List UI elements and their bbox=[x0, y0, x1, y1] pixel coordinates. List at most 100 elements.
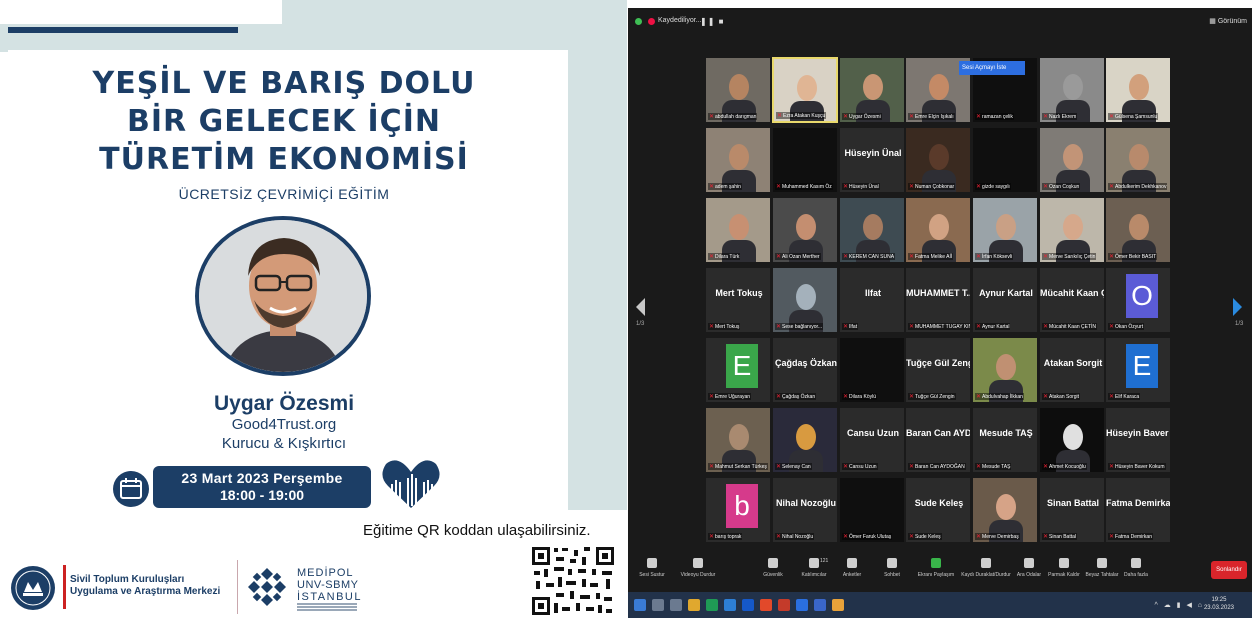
chrome-icon[interactable] bbox=[760, 599, 772, 611]
participant-tile[interactable]: ✕Ömer Bekir BASIT bbox=[1105, 197, 1171, 263]
participant-tile[interactable]: ✕gizde saygılı bbox=[972, 127, 1038, 193]
participant-tile[interactable]: Çağdaş Özkan ✕Çağdaş Özkan bbox=[772, 337, 838, 403]
participant-tile[interactable]: ✕Fatma Melike Aİİ bbox=[905, 197, 971, 263]
participant-tile[interactable]: O ✕Okan Özyurt bbox=[1105, 267, 1171, 333]
event-date-box: 23 Mart 2023 Perşembe 18:00 - 19:00 bbox=[153, 466, 371, 508]
participant-tile[interactable]: Fatma Demirkan ✕Fatma Demirkan bbox=[1105, 477, 1171, 543]
participant-tile[interactable]: Sinan Battal ✕Sinan Battal bbox=[1039, 477, 1105, 543]
next-page-arrow-icon[interactable] bbox=[1233, 298, 1242, 316]
participant-name-label: ✕Abdulvahap İlkkan bbox=[975, 393, 1024, 400]
toolbar-button-more[interactable]: Daha fazla bbox=[1120, 550, 1152, 578]
participant-tile[interactable]: ✕Ozan Coşkun bbox=[1039, 127, 1105, 193]
participant-tile[interactable]: Hüseyin Baver K... ✕Hüseyin Baver Kokum bbox=[1105, 407, 1171, 473]
word-icon[interactable] bbox=[742, 599, 754, 611]
toolbar-button-whiteboard[interactable]: Beyaz Tahtalar bbox=[1084, 550, 1120, 578]
participant-tile[interactable]: ✕Gülsena Şamsunlu bbox=[1105, 57, 1171, 123]
participant-tile[interactable]: Nihal Nozoğlu ✕Nihal Nozoğlu bbox=[772, 477, 838, 543]
participant-tile[interactable]: E ✕Emre Uğurayan bbox=[705, 337, 771, 403]
participant-name-label: ✕Mücahit Kaan ÇETİN bbox=[1042, 323, 1097, 330]
muted-mic-icon: ✕ bbox=[777, 113, 783, 119]
ask-to-unmute-popup[interactable]: Sesi Açmayı İste bbox=[959, 61, 1025, 75]
participant-name-label: ✕Emre Elçin Işıkalı bbox=[908, 113, 955, 120]
medipol-fine-print bbox=[297, 603, 357, 615]
qr-code[interactable] bbox=[530, 545, 616, 617]
participant-tile[interactable]: ✕Ezra Atakan Kuşçu bbox=[772, 57, 838, 123]
file-explorer-icon[interactable] bbox=[688, 599, 700, 611]
participant-tile[interactable]: ✕Ömer Faruk Ulutaş bbox=[839, 477, 905, 543]
teams-icon[interactable] bbox=[814, 599, 826, 611]
participant-name-label: ✕Ilfat bbox=[842, 323, 859, 330]
participant-name-text: Abdulkerim Dekhkanov bbox=[1115, 184, 1167, 190]
participant-display-name: Aynur Kartal bbox=[979, 288, 1033, 298]
shield-icon bbox=[768, 558, 778, 568]
participant-name-label: ✕Ömer Bekir BASIT bbox=[1108, 253, 1158, 260]
participant-tile[interactable]: ✕Abdulkerim Dekhkanov bbox=[1105, 127, 1171, 193]
toolbar-button-video-camera[interactable]: Videoyu Durdur bbox=[676, 550, 720, 578]
participant-tile[interactable]: Baran Can AYD... ✕Baran Can AYDOĞAN bbox=[905, 407, 971, 473]
participant-tile[interactable]: ✕Sese bağlanıyor... bbox=[772, 267, 838, 333]
participant-tile[interactable]: Atakan Sorgit ✕Atakan Sorgit bbox=[1039, 337, 1105, 403]
recording-pause-stop-icons[interactable]: ❚❚ ■ bbox=[700, 17, 724, 26]
participant-tile[interactable]: Sude Keleş ✕Sude Keleş bbox=[905, 477, 971, 543]
speaker-role: Kurucu & Kışkırtıcı bbox=[221, 435, 347, 452]
participant-tile[interactable]: ✕Muhammed Kasım Öz bbox=[772, 127, 838, 193]
participant-name-text: Mert Tokuş bbox=[715, 324, 740, 330]
toolbar-button-raise-hand[interactable]: Parmak Kaldır bbox=[1044, 550, 1084, 578]
participant-tile[interactable]: Ilfat ✕Ilfat bbox=[839, 267, 905, 333]
participant-tile[interactable]: Cansu Uzun ✕Cansu Uzun bbox=[839, 407, 905, 473]
participant-tile[interactable]: E ✕Elif Karaca bbox=[1105, 337, 1171, 403]
participant-tile[interactable]: ✕Nazlı Ekrem bbox=[1039, 57, 1105, 123]
toolbar-button-microphone[interactable]: Sesi Sustur bbox=[634, 550, 670, 578]
participant-tile[interactable]: ✕Numan Çobkonar bbox=[905, 127, 971, 193]
participant-tile[interactable]: Mesude TAŞ ✕Mesude TAŞ bbox=[972, 407, 1038, 473]
medipol-name-line-3: İSTANBUL bbox=[297, 591, 362, 603]
muted-mic-icon: ✕ bbox=[976, 324, 982, 330]
participant-tile[interactable]: ✕Ahmet Kocuoğlu bbox=[1039, 407, 1105, 473]
app-icon[interactable] bbox=[832, 599, 844, 611]
toolbar-button-share-screen[interactable]: Ekranı Paylaşım bbox=[914, 550, 958, 578]
participant-tile[interactable]: ✕Ali Ozan Merther bbox=[772, 197, 838, 263]
taskbar-clock[interactable]: 19:25 23.03.2023 bbox=[1204, 596, 1234, 612]
participant-tile[interactable]: ✕Uygar Özesmi bbox=[839, 57, 905, 123]
participant-tile[interactable]: Aynur Kartal ✕Aynur Kartal bbox=[972, 267, 1038, 333]
toolbar-button-shield[interactable]: Güvenlik bbox=[756, 550, 790, 578]
participant-tile[interactable]: ✕Abdulvahap İlkkan bbox=[972, 337, 1038, 403]
system-tray-icons[interactable]: ^ ☁ ▮ ◀ ⌂ bbox=[1154, 601, 1204, 609]
search-icon[interactable] bbox=[652, 599, 664, 611]
participant-name-label: ✕İrfan Köksevli bbox=[975, 253, 1014, 260]
toolbar-button-poll[interactable]: Anketler bbox=[834, 550, 870, 578]
participant-name-label: ✕Ozan Coşkun bbox=[1042, 183, 1081, 190]
participant-tile[interactable]: ✕Dilara Köylü bbox=[839, 337, 905, 403]
toolbar-button-record[interactable]: Kaydı Duraklat/Durdur bbox=[958, 550, 1014, 578]
participant-tile[interactable]: MUHAMMET T... ✕MUHAMMET TUGAY KINAŞ bbox=[905, 267, 971, 333]
participant-tile[interactable]: Hüseyin Ünal ✕Hüseyin Ünal bbox=[839, 127, 905, 193]
excel-icon[interactable] bbox=[706, 599, 718, 611]
view-button[interactable]: ▦ Görünüm bbox=[1209, 17, 1247, 25]
toolbar-button-participants[interactable]: Katılımcılar 121 bbox=[794, 550, 834, 578]
participant-tile[interactable]: Mücahit Kaan Ç... ✕Mücahit Kaan ÇETİN bbox=[1039, 267, 1105, 333]
task-view-icon[interactable] bbox=[670, 599, 682, 611]
participant-tile[interactable]: ✕İrfan Köksevli bbox=[972, 197, 1038, 263]
participant-tile[interactable]: b ✕barış toprak bbox=[705, 477, 771, 543]
end-meeting-button[interactable]: Sonlandır bbox=[1211, 561, 1247, 579]
participant-tile[interactable]: ✕abdullah darıgman bbox=[705, 57, 771, 123]
security-status-icon[interactable] bbox=[635, 18, 642, 25]
participant-tile[interactable]: ✕Dilara Türk bbox=[705, 197, 771, 263]
poster-top-stripe bbox=[8, 27, 238, 33]
toolbar-button-chat[interactable]: Sohbet bbox=[874, 550, 910, 578]
browser-icon[interactable] bbox=[724, 599, 736, 611]
participant-tile[interactable]: Mert Tokuş ✕Mert Tokuş bbox=[705, 267, 771, 333]
participant-tile[interactable]: ✕Merve Demirbaş bbox=[972, 477, 1038, 543]
participant-tile[interactable]: ✕Selenay Can bbox=[772, 407, 838, 473]
previous-page-arrow-icon[interactable] bbox=[636, 298, 645, 316]
participant-tile[interactable]: ✕KEREM CAN SUNA bbox=[839, 197, 905, 263]
muted-mic-icon: ✕ bbox=[709, 464, 715, 470]
participant-tile[interactable]: ✕Merve Sarıkılıç Çetin bbox=[1039, 197, 1105, 263]
zoom-app-icon[interactable] bbox=[796, 599, 808, 611]
powerpoint-icon[interactable] bbox=[778, 599, 790, 611]
participant-tile[interactable]: ✕Mahmut Serkan Türkeş bbox=[705, 407, 771, 473]
participant-tile[interactable]: ✕adem şahin bbox=[705, 127, 771, 193]
participant-tile[interactable]: Tuğçe Gül Zengin✕Tuğçe Gül Zengin bbox=[905, 337, 971, 403]
windows-start-icon[interactable] bbox=[634, 599, 646, 611]
toolbar-button-breakout-rooms[interactable]: Ara Odalar bbox=[1014, 550, 1044, 578]
